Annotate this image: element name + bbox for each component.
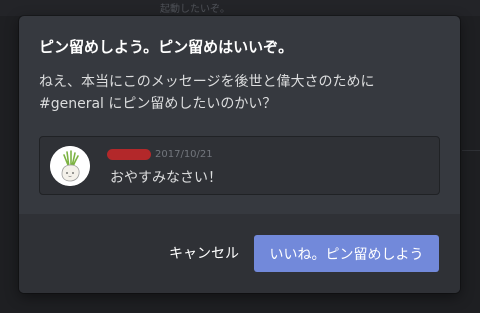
message-content: おやすみなさい！ [110, 170, 222, 186]
onion-avatar-icon [50, 146, 90, 186]
message-timestamp: 2017/10/21 [155, 149, 213, 160]
message-preview: 2017/10/21 おやすみなさい！ [39, 136, 440, 195]
dialog-body-line-2: #general にピン留めしたいのかい？ [39, 96, 277, 112]
dialog-footer: キャンセル いいね。ピン留めしよう [19, 214, 460, 293]
confirm-pin-button[interactable]: いいね。ピン留めしよう [254, 235, 439, 272]
background-ghost-text: 起動したいぞ。 [160, 4, 230, 15]
cancel-button[interactable]: キャンセル [159, 234, 249, 272]
background-divider [462, 150, 480, 151]
dialog-body-line-1: ねえ、本当にこのメッセージを後世と偉大さのために [39, 74, 375, 90]
avatar [50, 146, 90, 186]
redacted-username [107, 149, 151, 160]
dialog-title: ピン留めしよう。ピン留めはいいぞ。 [39, 38, 294, 56]
dialog-body: ねえ、本当にこのメッセージを後世と偉大さのために #general にピン留めし… [39, 71, 444, 115]
background-header: 起動したいぞ。 [0, 0, 480, 16]
pin-message-dialog: ピン留めしよう。ピン留めはいいぞ。 ねえ、本当にこのメッセージを後世と偉大さのた… [19, 16, 460, 293]
